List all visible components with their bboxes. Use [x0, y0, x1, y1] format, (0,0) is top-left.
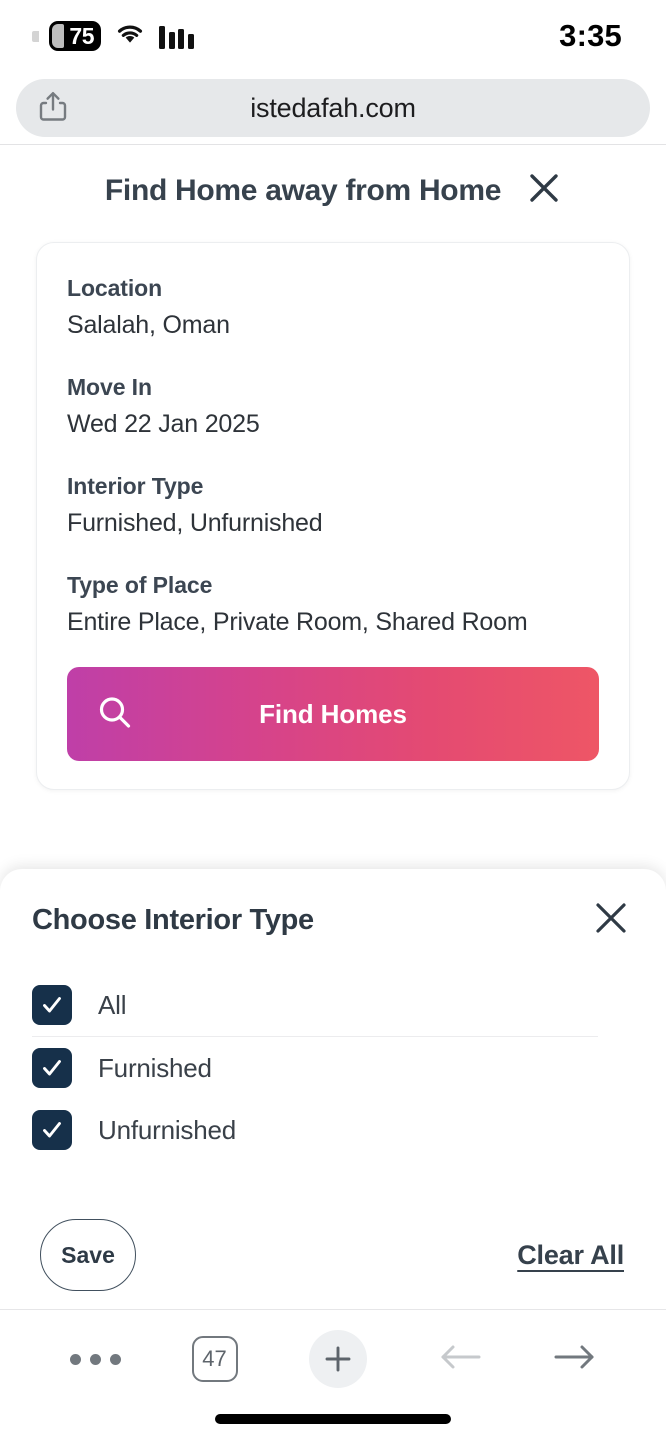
field-value: Furnished, Unfurnished	[67, 509, 323, 537]
status-bar-clock: 3:35	[559, 18, 622, 53]
field-value: Entire Place, Private Room, Shared Room	[67, 608, 528, 636]
page-header: Find Home away from Home	[0, 145, 666, 230]
checkbox-furnished[interactable]	[32, 1048, 72, 1088]
sheet-header: Choose Interior Type	[32, 869, 634, 964]
summary-field-type-of-place[interactable]: Type of Place Entire Place, Private Room…	[67, 572, 599, 637]
page-title: Find Home away from Home	[104, 173, 502, 207]
sheet-footer: Save Clear All	[32, 1191, 634, 1309]
checkbox-unfurnished[interactable]	[32, 1110, 72, 1150]
search-icon	[97, 695, 133, 734]
wifi-icon	[115, 22, 145, 51]
interior-type-options: All Furnished Unfurnished	[32, 964, 634, 1161]
tab-switcher-button[interactable]: 47	[191, 1330, 238, 1388]
clear-all-link[interactable]: Clear All	[517, 1240, 624, 1271]
option-label: All	[98, 989, 127, 1020]
battery-terminal	[32, 30, 39, 42]
arrow-right-icon	[553, 1340, 597, 1379]
url-text: istedafah.com	[250, 92, 416, 123]
new-tab-button[interactable]	[308, 1330, 367, 1388]
field-label: Location	[67, 275, 163, 301]
option-row-unfurnished[interactable]: Unfurnished	[32, 1099, 634, 1161]
search-summary-card: Location Salalah, Oman Move In Wed 22 Ja…	[36, 242, 630, 790]
checkbox-all[interactable]	[32, 985, 72, 1025]
home-indicator	[215, 1414, 451, 1424]
web-page-content: Find Home away from Home Location Salala…	[0, 145, 666, 1309]
find-homes-label: Find Homes	[259, 698, 407, 729]
close-icon[interactable]	[527, 171, 561, 210]
option-row-all[interactable]: All	[32, 974, 634, 1036]
ellipsis-icon	[69, 1353, 121, 1365]
summary-field-interior-type[interactable]: Interior Type Furnished, Unfurnished	[67, 473, 599, 538]
interior-type-sheet: Choose Interior Type All Furnished Unfur…	[0, 869, 666, 1309]
sheet-title: Choose Interior Type	[32, 904, 314, 936]
field-label: Move In	[67, 374, 152, 400]
battery-fill	[52, 24, 64, 48]
browser-toolbar: 47	[0, 1310, 666, 1440]
status-bar-left: 75	[32, 21, 194, 51]
tab-count-badge: 47	[191, 1336, 238, 1382]
plus-icon	[308, 1330, 367, 1388]
option-row-furnished[interactable]: Furnished	[32, 1037, 634, 1099]
save-button[interactable]: Save	[40, 1219, 136, 1291]
battery-level-label: 75	[69, 22, 94, 49]
forward-button[interactable]	[553, 1330, 597, 1388]
browser-address-bar-container: istedafah.com	[0, 72, 666, 144]
signal-bars-icon	[159, 23, 194, 49]
phone-screen: 75 3:35 istedafah.com Find Home away fro…	[0, 0, 666, 1440]
option-label: Furnished	[98, 1052, 212, 1083]
more-options-button[interactable]	[69, 1330, 121, 1388]
status-bar: 75 3:35	[0, 0, 666, 72]
field-value: Wed 22 Jan 2025	[67, 410, 260, 438]
close-icon[interactable]	[592, 899, 630, 942]
find-homes-button[interactable]: Find Homes	[67, 667, 599, 761]
arrow-left-icon	[438, 1340, 482, 1379]
battery-indicator: 75	[49, 21, 101, 51]
back-button[interactable]	[438, 1330, 482, 1388]
field-label: Interior Type	[67, 473, 204, 499]
browser-address-bar[interactable]: istedafah.com	[16, 79, 650, 137]
field-value: Salalah, Oman	[67, 311, 230, 339]
option-label: Unfurnished	[98, 1114, 236, 1145]
summary-field-move-in[interactable]: Move In Wed 22 Jan 2025	[67, 374, 599, 439]
field-label: Type of Place	[67, 572, 213, 598]
summary-field-location[interactable]: Location Salalah, Oman	[67, 275, 599, 340]
